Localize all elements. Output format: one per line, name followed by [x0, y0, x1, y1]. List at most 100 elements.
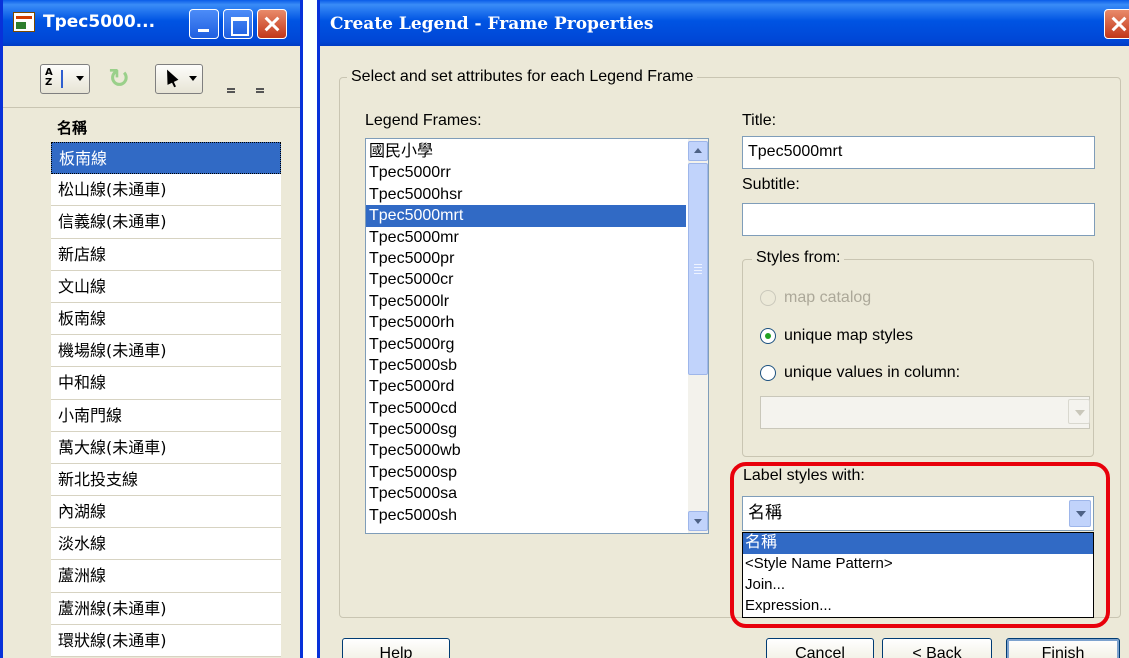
legend-frame-item[interactable]: Tpec5000sp	[366, 462, 686, 483]
label-style-option[interactable]: Expression...	[743, 596, 1093, 617]
browser-window: Tpec5000... A Z ↻ 名稱 板南線 松山線(未通車) 信義線(未通車)…	[0, 0, 303, 658]
help-button[interactable]: Help	[342, 638, 450, 658]
browser-toolbar: A Z ↻	[3, 46, 300, 108]
legend-frame-item[interactable]: 國民小學	[366, 141, 686, 162]
close-button[interactable]	[257, 9, 287, 39]
label-styles-select[interactable]: 名稱	[742, 496, 1094, 531]
legend-frame-item[interactable]: Tpec5000rh	[366, 312, 686, 333]
table-row[interactable]: 蘆洲線	[51, 560, 281, 593]
list-scrollbar[interactable]	[688, 139, 708, 533]
browser-app-icon	[13, 12, 35, 32]
create-legend-dialog: Create Legend - Frame Properties Select …	[317, 0, 1129, 658]
table-row[interactable]: 萬大線(未通車)	[51, 431, 281, 464]
label-styles-dropdown-list: 名稱 <Style Name Pattern> Join... Expression.…	[742, 532, 1094, 618]
table-row[interactable]: 內湖線	[51, 496, 281, 529]
legend-frame-item[interactable]: Tpec5000wb	[366, 440, 686, 461]
dialog-title: Create Legend - Frame Properties	[330, 14, 654, 34]
legend-frame-item[interactable]: Tpec5000cr	[366, 269, 686, 290]
column-header[interactable]: 名稱	[51, 116, 277, 141]
refresh-icon[interactable]: ↻	[106, 66, 132, 92]
table-rows: 板南線 松山線(未通車) 信義線(未通車) 新店線 文山線 板南線 機場線(未通車) 中和線小…	[51, 142, 281, 657]
column-select	[760, 396, 1090, 429]
scroll-thumb[interactable]	[688, 163, 708, 375]
cancel-button[interactable]: Cancel	[766, 638, 874, 658]
legend-frames-label: Legend Frames:	[365, 112, 482, 129]
table-row[interactable]: 板南線	[51, 302, 281, 336]
label-styles-dropdown-button[interactable]	[1069, 500, 1091, 527]
legend-frame-item[interactable]: Tpec5000sa	[366, 483, 686, 504]
legend-frames-items: 國民小學 Tpec5000rr Tpec5000hsr Tpec5000mrt Tpec…	[366, 141, 686, 526]
select-tool-button[interactable]	[155, 64, 203, 94]
label-styles-value: 名稱	[748, 503, 782, 523]
table-row[interactable]: 環狀線(未通車)	[51, 624, 281, 657]
legend-frame-item[interactable]: Tpec5000sh	[366, 505, 686, 526]
table-row[interactable]: 板南線	[51, 142, 281, 175]
toolbar-grip-icon[interactable]	[256, 88, 266, 94]
table-row[interactable]: 機場線(未通車)	[51, 335, 281, 368]
minimize-button[interactable]	[189, 9, 219, 39]
table-row[interactable]: 小南門線	[51, 399, 281, 432]
label-style-option[interactable]: <Style Name Pattern>	[743, 554, 1093, 575]
table-row[interactable]: 中和線	[51, 367, 281, 400]
radio-button[interactable]	[760, 365, 776, 381]
finish-button[interactable]: Finish	[1006, 638, 1120, 658]
toolbar-grip-icon[interactable]	[227, 88, 237, 94]
legend-frame-item[interactable]: Tpec5000mr	[366, 227, 686, 248]
table-row[interactable]: 文山線	[51, 270, 281, 303]
table-row[interactable]: 新店線	[51, 238, 281, 271]
title-input[interactable]: Tpec5000mrt	[742, 136, 1095, 169]
table-row[interactable]: 淡水線	[51, 528, 281, 561]
arrow-up-icon	[694, 148, 702, 153]
title-label: Title:	[742, 112, 777, 129]
radio-button-checked[interactable]	[760, 328, 776, 344]
styles-from-caption: Styles from:	[752, 249, 845, 267]
browser-title-bar[interactable]: Tpec5000...	[3, 0, 300, 46]
row-gutter[interactable]	[3, 108, 51, 658]
legend-frame-item[interactable]: Tpec5000rd	[366, 376, 686, 397]
browser-table: 名稱 板南線 松山線(未通車) 信義線(未通車) 新店線 文山線 板南線 機場線(未通車) 中…	[3, 108, 300, 658]
legend-frame-item[interactable]: Tpec5000rg	[366, 334, 686, 355]
legend-frame-item[interactable]: Tpec5000lr	[366, 291, 686, 312]
subtitle-label: Subtitle:	[742, 176, 800, 193]
table-row[interactable]: 松山線(未通車)	[51, 174, 281, 207]
dropdown-arrow-icon	[189, 76, 197, 81]
legend-frame-item[interactable]: Tpec5000sg	[366, 419, 686, 440]
chevron-down-icon	[1075, 410, 1085, 416]
scroll-up-button[interactable]	[688, 141, 708, 161]
table-row[interactable]: 信義線(未通車)	[51, 206, 281, 239]
table-edge	[281, 142, 300, 658]
subtitle-input[interactable]	[742, 203, 1095, 236]
radio-label: unique values in column:	[784, 364, 961, 381]
label-style-option[interactable]: 名稱	[743, 533, 1093, 554]
column-select-button	[1068, 399, 1090, 424]
sort-az-icon: A Z	[45, 68, 67, 90]
dropdown-arrow-icon	[76, 76, 84, 81]
scroll-down-button[interactable]	[688, 511, 708, 531]
dialog-close-button[interactable]	[1104, 9, 1129, 39]
arrow-down-icon	[694, 519, 702, 524]
legend-frame-item[interactable]: Tpec5000hsr	[366, 184, 686, 205]
browser-title: Tpec5000...	[43, 12, 156, 32]
dialog-title-bar[interactable]: Create Legend - Frame Properties	[320, 0, 1129, 46]
legend-frame-item[interactable]: Tpec5000sb	[366, 355, 686, 376]
close-icon	[258, 10, 286, 38]
radio-label: unique map styles	[784, 327, 913, 344]
group-caption: Select and set attributes for each Legen…	[347, 68, 698, 86]
legend-frame-item[interactable]: Tpec5000cd	[366, 398, 686, 419]
sort-button[interactable]: A Z	[40, 64, 90, 94]
legend-frames-list[interactable]: 國民小學 Tpec5000rr Tpec5000hsr Tpec5000mrt Tpec…	[365, 138, 709, 534]
label-styles-label: Label styles with:	[743, 467, 865, 484]
pointer-icon	[161, 67, 179, 85]
chevron-down-icon	[1076, 511, 1086, 517]
label-style-option[interactable]: Join...	[743, 575, 1093, 596]
table-row[interactable]: 新北投支線	[51, 463, 281, 497]
radio-button-disabled	[760, 290, 776, 306]
table-row[interactable]: 蘆洲線(未通車)	[51, 592, 281, 625]
radio-label: map catalog	[784, 289, 872, 306]
maximize-button[interactable]	[223, 9, 253, 39]
legend-frame-item[interactable]: Tpec5000rr	[366, 162, 686, 183]
legend-frame-item[interactable]: Tpec5000mrt	[366, 205, 686, 227]
back-button[interactable]: < Back	[882, 638, 992, 658]
close-icon	[1105, 10, 1129, 38]
legend-frame-item[interactable]: Tpec5000pr	[366, 248, 686, 269]
